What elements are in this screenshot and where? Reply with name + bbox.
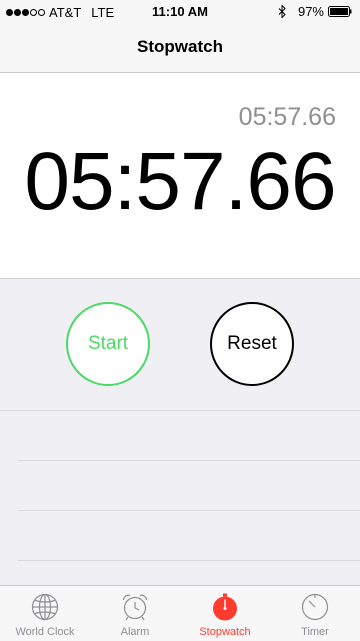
lap-divider xyxy=(18,510,360,511)
main-time-seconds: 57 xyxy=(135,136,225,227)
battery-icon xyxy=(328,6,352,17)
tab-label: Timer xyxy=(301,626,329,638)
battery-percent: 97% xyxy=(297,4,324,19)
reset-button[interactable]: Reset xyxy=(210,302,294,386)
alarm-clock-icon xyxy=(122,594,148,621)
main-time-colon: : xyxy=(113,136,137,227)
bluetooth-icon xyxy=(278,5,286,18)
globe-icon xyxy=(31,593,59,621)
lap-divider xyxy=(0,410,360,411)
main-time-readout: 05:57.66 xyxy=(0,135,360,229)
main-time-minutes: 05 xyxy=(24,136,114,227)
start-button[interactable]: Start xyxy=(66,302,150,386)
navigation-bar: Stopwatch xyxy=(0,24,360,73)
lap-divider xyxy=(18,560,360,561)
timer-icon xyxy=(301,593,329,621)
tab-stopwatch[interactable]: Stopwatch xyxy=(180,586,270,641)
main-time-hundredths: 66 xyxy=(246,136,336,227)
tab-timer[interactable]: Timer xyxy=(270,586,360,641)
stopwatch-icon xyxy=(213,593,237,621)
tab-alarm[interactable]: Alarm xyxy=(90,586,180,641)
tab-world-clock[interactable]: World Clock xyxy=(0,586,90,641)
status-right: 97% xyxy=(278,4,352,19)
tab-label: Stopwatch xyxy=(199,626,251,638)
controls-area: Start Reset xyxy=(0,279,360,585)
main-time-dot: . xyxy=(224,136,248,227)
status-bar: AT&T LTE 11:10 AM 97% xyxy=(0,0,360,24)
lap-time-readout: 05:57.66 xyxy=(238,103,336,131)
time-display-area: 05:57.66 05:57.66 xyxy=(0,73,360,279)
tab-label: Alarm xyxy=(120,626,150,638)
tab-label: World Clock xyxy=(15,626,75,638)
page-title: Stopwatch xyxy=(137,37,223,56)
tab-bar: World Clock Alarm Stopwatch Timer xyxy=(0,585,360,641)
lap-divider xyxy=(18,460,360,461)
